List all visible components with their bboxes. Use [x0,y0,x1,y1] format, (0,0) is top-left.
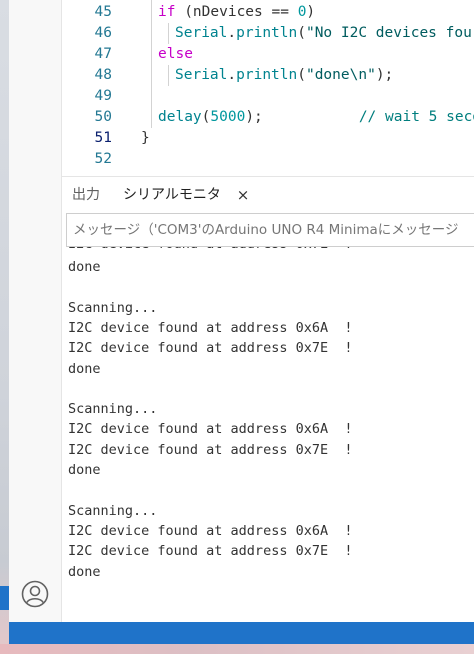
code-text: Serial.println("No I2C devices fou [175,25,472,41]
code-text: } [141,130,150,146]
serial-output-line: Scanning... [68,502,158,519]
line-number: 49 [94,88,112,104]
code-text: delay(5000); // wait 5 seco [158,109,474,125]
serial-output-line: done [68,563,101,580]
serial-output-line: I2C device found at address 0x7E ! [68,340,353,357]
code-editor[interactable]: 45 if (nDevices == 0) 46 Serial.println("No… [62,0,474,176]
line-number: 48 [94,67,112,83]
serial-output-line: Scanning... [68,299,158,316]
serial-output-line: I2C device found at address 0x6A ! [68,421,353,438]
code-line[interactable]: 48 Serial.println("done\n"); [62,65,474,86]
desktop-taskbar-edge [0,586,9,610]
close-icon[interactable]: × [234,185,252,205]
serial-output-line: I2C device found at address 0x6A ! [68,319,353,336]
line-number: 50 [94,109,112,125]
bottom-panel: 出力 シリアルモニタ × I2C device found at address… [62,176,474,622]
code-line[interactable]: 51} [62,128,474,149]
tab-output[interactable]: 出力 [72,177,100,213]
serial-output-line: I2C device found at address 0x6A ! [68,522,353,539]
desktop-background-bottom [0,644,474,654]
activity-bar [9,0,62,622]
panel-tabs: 出力 シリアルモニタ × [62,177,474,213]
line-number: 46 [94,25,112,41]
serial-output-line: I2C device found at address 0x7E ! [68,247,352,254]
line-number: 47 [94,46,112,62]
code-text: else [158,46,193,62]
code-text: Serial.println("done\n"); [175,67,394,83]
line-number: 51 [94,130,112,146]
serial-output-line: I2C device found at address 0x7E ! [68,543,353,560]
line-number: 52 [94,151,112,167]
serial-output-line: done [68,259,101,275]
code-line[interactable]: 50 delay(5000); // wait 5 seco [62,107,474,128]
code-line[interactable]: 52 [62,149,474,170]
serial-output: I2C device found at address 0x7E ! done Sc… [62,247,474,623]
tab-serial-monitor[interactable]: シリアルモニタ [123,177,221,213]
status-bar [9,622,474,644]
code-line[interactable]: 45 if (nDevices == 0) [62,2,474,23]
code-line[interactable]: 47 else [62,44,474,65]
code-line[interactable]: 49 [62,86,474,107]
serial-output-line: done [68,360,101,377]
code-text: if (nDevices == 0) [158,4,316,20]
serial-output-line: Scanning... [68,401,158,418]
serial-message-input[interactable] [66,213,474,247]
account-icon[interactable] [21,580,49,608]
line-number: 45 [94,4,112,20]
serial-output-line: I2C device found at address 0x7E ! [68,441,353,458]
code-line[interactable]: 46 Serial.println("No I2C devices fou [62,23,474,44]
desktop-background [0,0,9,654]
serial-output-line: done [68,462,101,478]
